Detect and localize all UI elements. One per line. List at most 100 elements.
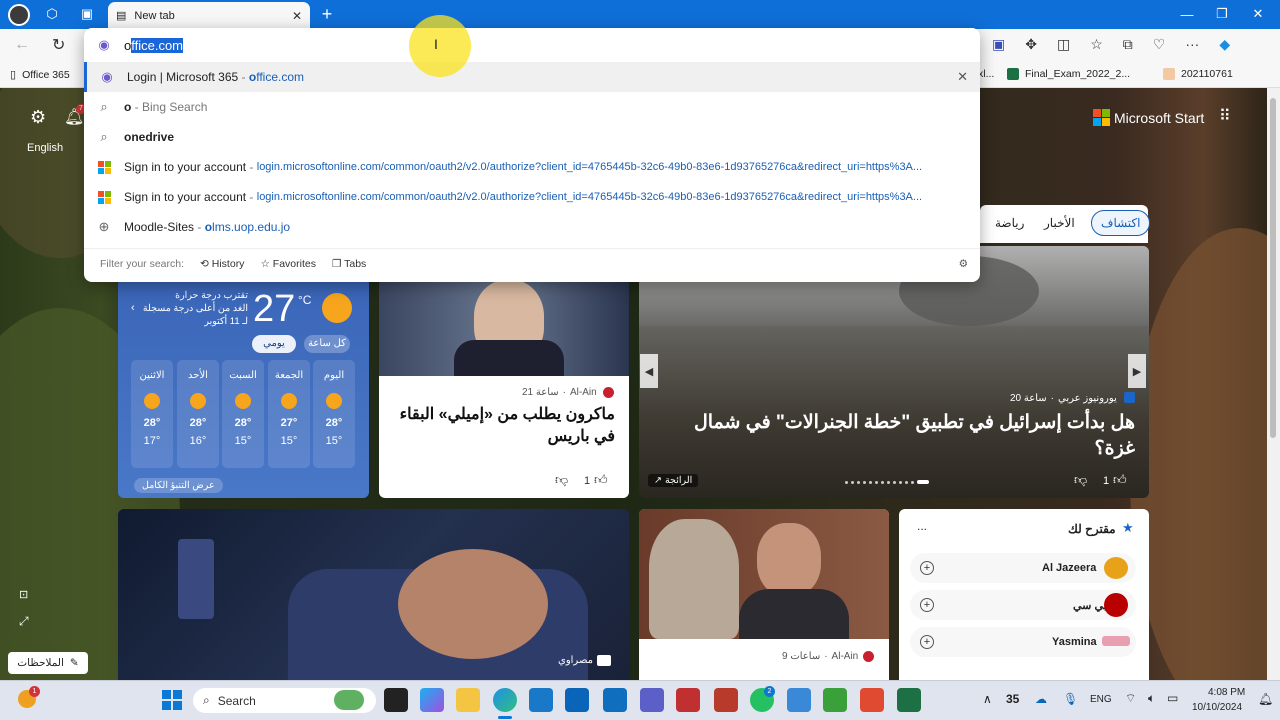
- minimize-icon[interactable]: —: [1176, 3, 1198, 25]
- onedrive-icon[interactable]: ☁: [1035, 692, 1047, 706]
- language-indicator[interactable]: ENG: [1090, 694, 1112, 705]
- search-settings-icon[interactable]: ⚙: [959, 258, 968, 270]
- tab-discover[interactable]: اكتشاف: [1091, 210, 1151, 236]
- notifications-bell-icon[interactable]: 🔔︎: [1258, 692, 1273, 706]
- more-menu-icon[interactable]: ···: [1185, 36, 1199, 53]
- extensions-icon[interactable]: ✥: [1025, 36, 1037, 53]
- expand-icon[interactable]: ⤢: [19, 614, 29, 629]
- weather-day[interactable]: الاثنين 28° 17°: [131, 360, 173, 468]
- store-icon[interactable]: [529, 688, 553, 712]
- outlook-new-icon[interactable]: [603, 688, 627, 712]
- background-image-icon[interactable]: ⊡: [19, 588, 28, 601]
- filter-tabs[interactable]: ❐ Tabs: [332, 258, 366, 270]
- weather-day[interactable]: السبت 28° 15°: [222, 360, 264, 468]
- browser-essentials-icon[interactable]: ♡: [1153, 36, 1166, 53]
- dislike-icon[interactable]: 👎︎: [555, 472, 568, 488]
- carousel-next-icon[interactable]: ▶: [1128, 354, 1146, 388]
- follow-add-icon[interactable]: +: [920, 561, 934, 575]
- notepad-icon[interactable]: [787, 688, 811, 712]
- collections-icon[interactable]: ⧉: [1123, 36, 1133, 53]
- profile-avatar[interactable]: [8, 4, 30, 26]
- microphone-icon[interactable]: 🎙︎: [1063, 692, 1078, 706]
- like-icon[interactable]: 👍︎: [594, 472, 608, 488]
- page-scrollbar[interactable]: [1267, 88, 1280, 680]
- follow-add-icon[interactable]: +: [920, 635, 934, 649]
- refresh-icon[interactable]: ↻: [52, 35, 65, 55]
- dislike-icon[interactable]: 👎︎: [1074, 472, 1087, 488]
- outlook-ext-icon[interactable]: ▣: [992, 36, 1005, 53]
- show-hidden-icons[interactable]: ∧: [983, 692, 992, 706]
- edge-icon[interactable]: [493, 688, 517, 712]
- suggestion-row[interactable]: ⌕ o - Bing Search: [84, 92, 980, 122]
- favorite-office365[interactable]: ▯ Office 365: [10, 68, 70, 82]
- weather-day[interactable]: الأحد 28° 16°: [177, 360, 219, 468]
- filter-favorites[interactable]: ☆ Favorites: [260, 258, 316, 270]
- volume-icon[interactable]: 🔈︎: [1148, 691, 1155, 706]
- close-window-icon[interactable]: ✕: [1247, 3, 1269, 25]
- tab-sports[interactable]: رياضة: [995, 216, 1024, 230]
- suggestion-row[interactable]: ⊕ Moodle-Sites - o lms.uop.edu.jo: [84, 212, 980, 242]
- more-options-icon[interactable]: ...: [917, 519, 927, 533]
- settings-icon[interactable]: ⚙: [30, 107, 46, 128]
- like-icon[interactable]: 👍︎: [1113, 472, 1127, 488]
- tab-new-tab[interactable]: ▤ New tab ✕: [108, 2, 310, 29]
- close-tab-icon[interactable]: ✕: [292, 9, 302, 23]
- suggestion-row[interactable]: Sign in to your account - login.microsof…: [84, 152, 980, 182]
- tab-actions-icon[interactable]: ▣: [76, 3, 98, 25]
- address-text[interactable]: office.com: [124, 37, 184, 53]
- favorite-final-exam[interactable]: Final_Exam_2022_2...: [1007, 68, 1130, 80]
- favorite-202110761[interactable]: 202110761: [1163, 68, 1233, 80]
- weather-temp-taskbar[interactable]: 35: [1006, 692, 1019, 706]
- microsoft-icon: [84, 160, 124, 174]
- headline-macron[interactable]: ماكرون يطلب من «إميلي» البقاء في باريس: [393, 404, 615, 448]
- search-highlight-icon[interactable]: [334, 690, 364, 710]
- sun-icon: [326, 393, 342, 409]
- favorites-icon[interactable]: ☆: [1090, 36, 1103, 53]
- suggestion-row[interactable]: ⌕ o nedrive: [84, 122, 980, 152]
- battery-icon[interactable]: ▭: [1167, 691, 1178, 705]
- task-view-icon[interactable]: [384, 688, 408, 712]
- excel-icon[interactable]: [897, 688, 921, 712]
- security-app-icon[interactable]: [676, 688, 700, 712]
- settings-language[interactable]: English: [27, 142, 63, 154]
- copilot-icon[interactable]: ◆: [1219, 36, 1230, 53]
- favorite-xl[interactable]: xl...: [978, 68, 994, 80]
- address-bar[interactable]: ◉ office.com: [84, 28, 980, 62]
- weather-day[interactable]: اليوم 28° 15°: [313, 360, 355, 468]
- camtasia-icon[interactable]: [823, 688, 847, 712]
- new-tab-button[interactable]: +: [316, 3, 338, 25]
- carousel-dots[interactable]: [845, 479, 941, 485]
- toggle-hourly[interactable]: كل ساعة: [304, 335, 350, 353]
- suggested-item[interactable]: [910, 553, 1136, 583]
- wifi-icon[interactable]: ⌔: [1125, 691, 1136, 706]
- recorder-icon[interactable]: [860, 688, 884, 712]
- remove-suggestion-icon[interactable]: ✕: [957, 69, 968, 85]
- teams-icon[interactable]: [640, 688, 664, 712]
- split-screen-icon[interactable]: ◫: [1057, 36, 1070, 53]
- clock-time[interactable]: 4:08 PM: [1208, 687, 1245, 698]
- outlook-icon[interactable]: [565, 688, 589, 712]
- workspaces-icon[interactable]: ⬡: [41, 3, 63, 25]
- tab-news[interactable]: الأخبار: [1044, 216, 1075, 230]
- suggestion-row[interactable]: Sign in to your account - login.microsof…: [84, 182, 980, 212]
- clock-date[interactable]: 10/10/2024: [1192, 702, 1242, 713]
- follow-add-icon[interactable]: +: [920, 598, 934, 612]
- weather-day[interactable]: الجمعة 27° 15°: [268, 360, 310, 468]
- chevron-left-icon[interactable]: ‹: [131, 302, 135, 314]
- brand-title[interactable]: Microsoft Start: [1114, 110, 1204, 126]
- headline-main[interactable]: هل بدأت إسرائيل في تطبيق "خطة الجنرالات"…: [655, 410, 1135, 462]
- pdf-app-icon[interactable]: [714, 688, 738, 712]
- filter-history[interactable]: ⟲ History: [200, 258, 244, 270]
- toggle-daily[interactable]: يومي: [252, 335, 296, 353]
- notes-button[interactable]: الملاحظات ✎: [8, 652, 88, 674]
- copilot-app-icon[interactable]: [420, 688, 444, 712]
- back-icon[interactable]: ←: [14, 36, 30, 54]
- suggestion-row[interactable]: ◉ Login | Microsoft 365 - o ffice.com ✕: [84, 62, 980, 92]
- carousel-prev-icon[interactable]: ◀: [640, 354, 658, 388]
- forecast-link[interactable]: عرض التنبؤ الكامل: [134, 478, 223, 493]
- start-button[interactable]: [162, 690, 182, 710]
- app-launcher-icon[interactable]: ⠿: [1219, 106, 1231, 126]
- file-explorer-icon[interactable]: [456, 688, 480, 712]
- news-card-sleep[interactable]: [118, 509, 629, 680]
- maximize-icon[interactable]: ❐: [1211, 3, 1233, 25]
